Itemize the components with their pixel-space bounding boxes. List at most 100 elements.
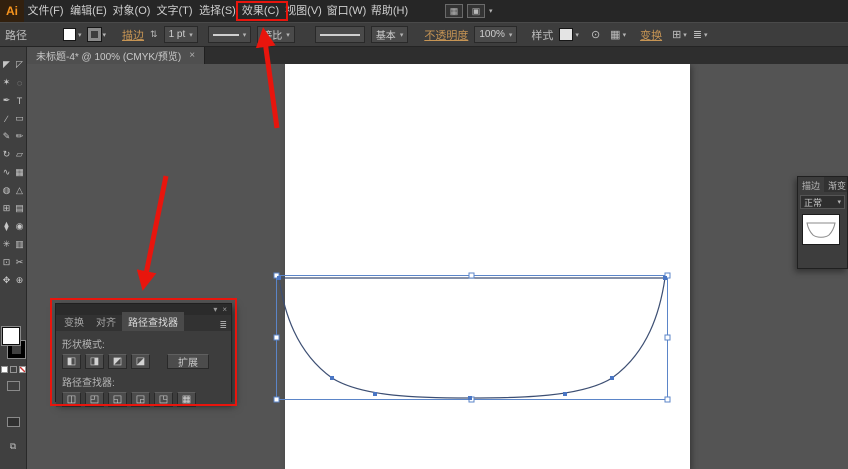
drawing-mode-button[interactable] — [7, 381, 20, 391]
align-icon[interactable]: ▦ — [610, 28, 620, 41]
blend-tool-icon[interactable]: ◉ — [14, 218, 26, 235]
trim-button[interactable]: ◰ — [85, 392, 104, 407]
handle-bottom-left[interactable] — [274, 397, 279, 402]
scale-tool-icon[interactable]: ▱ — [14, 146, 26, 163]
opacity-select[interactable]: 100% ▾ — [474, 26, 517, 43]
recolor-icon[interactable]: ⊙ — [591, 28, 600, 41]
zoom-tool-icon[interactable]: ⊕ — [14, 272, 26, 289]
panel-menu-icon[interactable]: ≣ — [219, 320, 227, 331]
tab-gradient[interactable]: 渐变 — [824, 177, 848, 192]
stroke-caret-icon[interactable]: ▾ — [103, 31, 107, 39]
tab-transform[interactable]: 变换 — [58, 312, 90, 331]
divide-button[interactable]: ◫ — [62, 392, 81, 407]
style-swatch-icon[interactable] — [559, 28, 573, 41]
tab-close-icon[interactable]: × — [189, 50, 195, 61]
gradient-mode-button[interactable] — [10, 366, 17, 373]
stroke-width-select[interactable]: 1 pt ▾ — [164, 26, 198, 43]
edit-toolbar-icon[interactable]: ⧉ — [10, 441, 16, 452]
graph-tool-icon[interactable]: ▥ — [14, 236, 26, 253]
variable-width-select[interactable]: ▾ — [208, 26, 252, 43]
handle-mid-left[interactable] — [274, 335, 279, 340]
fill-swatch-icon[interactable] — [63, 28, 76, 41]
minus-front-button[interactable]: ◨ — [85, 354, 104, 369]
screen-mode-button[interactable] — [7, 417, 20, 427]
crop-button[interactable]: ◲ — [131, 392, 150, 407]
style-caret-icon[interactable]: ▾ — [575, 31, 579, 39]
none-mode-button[interactable] — [19, 366, 26, 373]
minus-back-button[interactable]: ▦ — [177, 392, 196, 407]
tab-pathfinder[interactable]: 路径查找器 — [122, 312, 184, 331]
artboard-tool-icon[interactable]: ⊡ — [1, 254, 13, 271]
workspace-caret-icon[interactable]: ▾ — [489, 7, 493, 15]
stroke-link[interactable]: 描边 — [122, 27, 144, 43]
style-swatch-control[interactable]: ▾ — [559, 28, 579, 41]
lasso-tool-icon[interactable]: ◌ — [14, 74, 26, 91]
perspective-grid-tool-icon[interactable]: △ — [14, 182, 26, 199]
mesh-tool-icon[interactable]: ⊞ — [1, 200, 13, 217]
fill-color-swatch[interactable] — [2, 327, 20, 345]
options-caret-icon[interactable]: ▾ — [704, 31, 708, 39]
panel-collapse-icon[interactable]: ▾ — [213, 305, 217, 314]
type-tool-icon[interactable]: T — [14, 92, 26, 109]
outline-button[interactable]: ◳ — [154, 392, 173, 407]
blend-mode-select[interactable]: 正常 ▾ — [800, 195, 845, 209]
pencil-tool-icon[interactable]: ✏ — [14, 128, 26, 145]
gradient-tool-icon[interactable]: ▤ — [14, 200, 26, 217]
rotate-tool-icon[interactable]: ↻ — [1, 146, 13, 163]
menu-file[interactable]: 文件(F) — [24, 0, 67, 22]
arrange-documents-icon[interactable]: ▦ — [445, 4, 463, 18]
menu-view[interactable]: 视图(V) — [282, 0, 325, 22]
isolate-control[interactable]: ⊞ ▾ — [672, 28, 687, 41]
rectangle-tool-icon[interactable]: ▭ — [14, 110, 26, 127]
hand-tool-icon[interactable]: ✥ — [1, 272, 13, 289]
paintbrush-tool-icon[interactable]: ✎ — [1, 128, 13, 145]
stroke-swatch-icon[interactable] — [88, 28, 101, 41]
slice-tool-icon[interactable]: ✂ — [14, 254, 26, 271]
selection-tool-icon[interactable]: ◤ — [1, 56, 13, 73]
fill-color-control[interactable]: ▾ — [63, 28, 82, 41]
panel-close-icon[interactable]: × — [222, 305, 227, 314]
unite-button[interactable]: ◧ — [62, 354, 81, 369]
intersect-button[interactable]: ◩ — [108, 354, 127, 369]
color-mode-button[interactable] — [1, 366, 8, 373]
fill-caret-icon[interactable]: ▾ — [78, 31, 82, 39]
options-icon[interactable]: ≣ — [693, 28, 702, 41]
direct-selection-tool-icon[interactable]: ◸ — [14, 56, 26, 73]
anchor-top-left[interactable] — [277, 276, 281, 280]
menu-window[interactable]: 窗口(W) — [325, 0, 368, 22]
magic-wand-tool-icon[interactable]: ✶ — [1, 74, 13, 91]
width-tool-icon[interactable]: ∿ — [1, 164, 13, 181]
brush-line-select[interactable] — [315, 26, 365, 43]
symbol-sprayer-tool-icon[interactable]: ✳ — [1, 236, 13, 253]
isolate-icon[interactable]: ⊞ — [672, 28, 681, 41]
shape-builder-tool-icon[interactable]: ◍ — [1, 182, 13, 199]
line-tool-icon[interactable]: ∕ — [1, 110, 13, 127]
align-caret-icon[interactable]: ▾ — [623, 31, 627, 39]
brush-select[interactable]: 基本 ▾ — [371, 26, 409, 43]
stroke-width-stepper[interactable]: ⇅ — [150, 29, 158, 40]
workspace-icon[interactable]: ▣ — [467, 4, 485, 18]
profile-select[interactable]: 等比 ▾ — [257, 26, 295, 43]
menu-help[interactable]: 帮助(H) — [368, 0, 411, 22]
document-tab[interactable]: 未标题-4* @ 100% (CMYK/预览) × — [27, 47, 205, 64]
pen-tool-icon[interactable]: ✒ — [1, 92, 13, 109]
isolate-caret-icon[interactable]: ▾ — [683, 31, 687, 39]
menu-type[interactable]: 文字(T) — [153, 0, 196, 22]
menu-effect[interactable]: 效果(C) — [239, 0, 282, 22]
align-control[interactable]: ▦ ▾ — [610, 28, 626, 41]
menu-object[interactable]: 对象(O) — [110, 0, 153, 22]
expand-button[interactable]: 扩展 — [167, 354, 209, 369]
opacity-link[interactable]: 不透明度 — [424, 27, 468, 43]
menu-select[interactable]: 选择(S) — [196, 0, 239, 22]
stroke-color-control[interactable]: ▾ — [88, 28, 107, 41]
exclude-button[interactable]: ◪ — [131, 354, 150, 369]
artboard[interactable] — [285, 64, 690, 469]
handle-top-left[interactable] — [274, 273, 279, 278]
options-control[interactable]: ≣ ▾ — [693, 28, 708, 41]
transform-link[interactable]: 变换 — [640, 27, 662, 43]
free-transform-tool-icon[interactable]: ▦ — [14, 164, 26, 181]
menu-edit[interactable]: 编辑(E) — [67, 0, 110, 22]
tab-stroke[interactable]: 描边 — [798, 177, 824, 192]
merge-button[interactable]: ◱ — [108, 392, 127, 407]
eyedropper-tool-icon[interactable]: ⧫ — [1, 218, 13, 235]
